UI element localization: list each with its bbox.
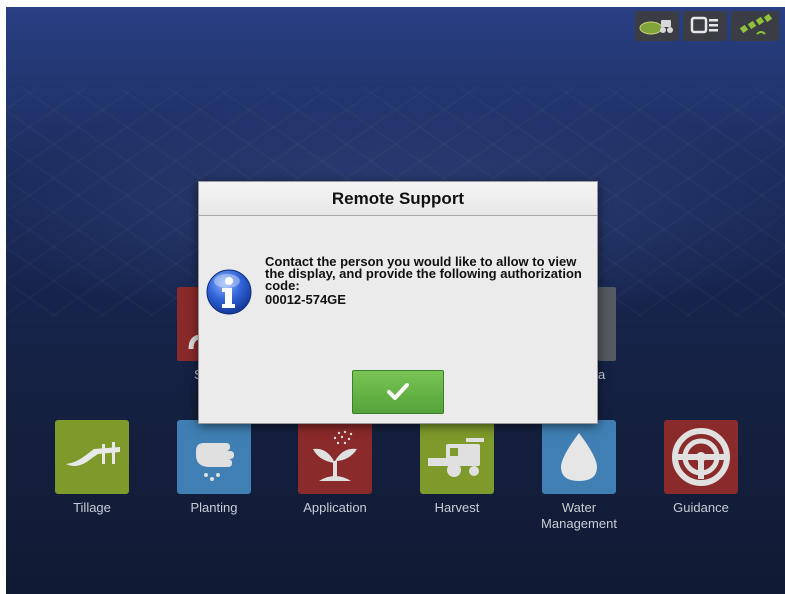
tile-guidance[interactable]: Guidance xyxy=(664,420,738,516)
tile-application[interactable]: Application xyxy=(298,420,372,516)
tile-planting[interactable]: Planting xyxy=(177,420,251,516)
tile-tillage[interactable]: Tillage xyxy=(55,420,129,516)
authorization-code: 00012-574GE xyxy=(265,292,346,307)
hand-seeds-icon xyxy=(177,420,251,494)
display-network-icon[interactable] xyxy=(683,11,727,41)
tile-harvest-label: Harvest xyxy=(434,500,480,515)
steering-wheel-icon xyxy=(664,420,738,494)
tile-water-management-label: Water Management xyxy=(541,500,617,531)
ok-button[interactable] xyxy=(352,370,444,414)
dialog-message-block: Contact the person you would like to all… xyxy=(265,254,595,307)
satellite-gps-icon[interactable] xyxy=(731,11,779,41)
remote-support-dialog: Remote Support Contact the person you wo… xyxy=(198,181,598,424)
hidden-tile-right xyxy=(598,287,616,361)
tile-water-management[interactable]: Water Management xyxy=(541,420,617,532)
tile-guidance-label: Guidance xyxy=(673,500,729,515)
tile-harvest[interactable]: Harvest xyxy=(420,420,494,516)
combine-icon xyxy=(420,420,494,494)
status-bar xyxy=(635,11,779,41)
sprout-spray-icon xyxy=(298,420,372,494)
info-icon xyxy=(205,268,253,316)
checkmark-icon xyxy=(387,383,409,400)
dialog-message: Contact the person you would like to all… xyxy=(265,254,582,293)
tile-tillage-label: Tillage xyxy=(73,500,111,515)
tile-planting-label: Planting xyxy=(190,500,238,515)
hidden-tile-right-label: a xyxy=(598,367,606,382)
dialog-title: Remote Support xyxy=(199,182,597,216)
plow-icon xyxy=(55,420,129,494)
field-vehicle-icon[interactable] xyxy=(635,11,679,41)
tile-application-label: Application xyxy=(303,500,367,515)
water-drop-icon xyxy=(542,420,616,494)
